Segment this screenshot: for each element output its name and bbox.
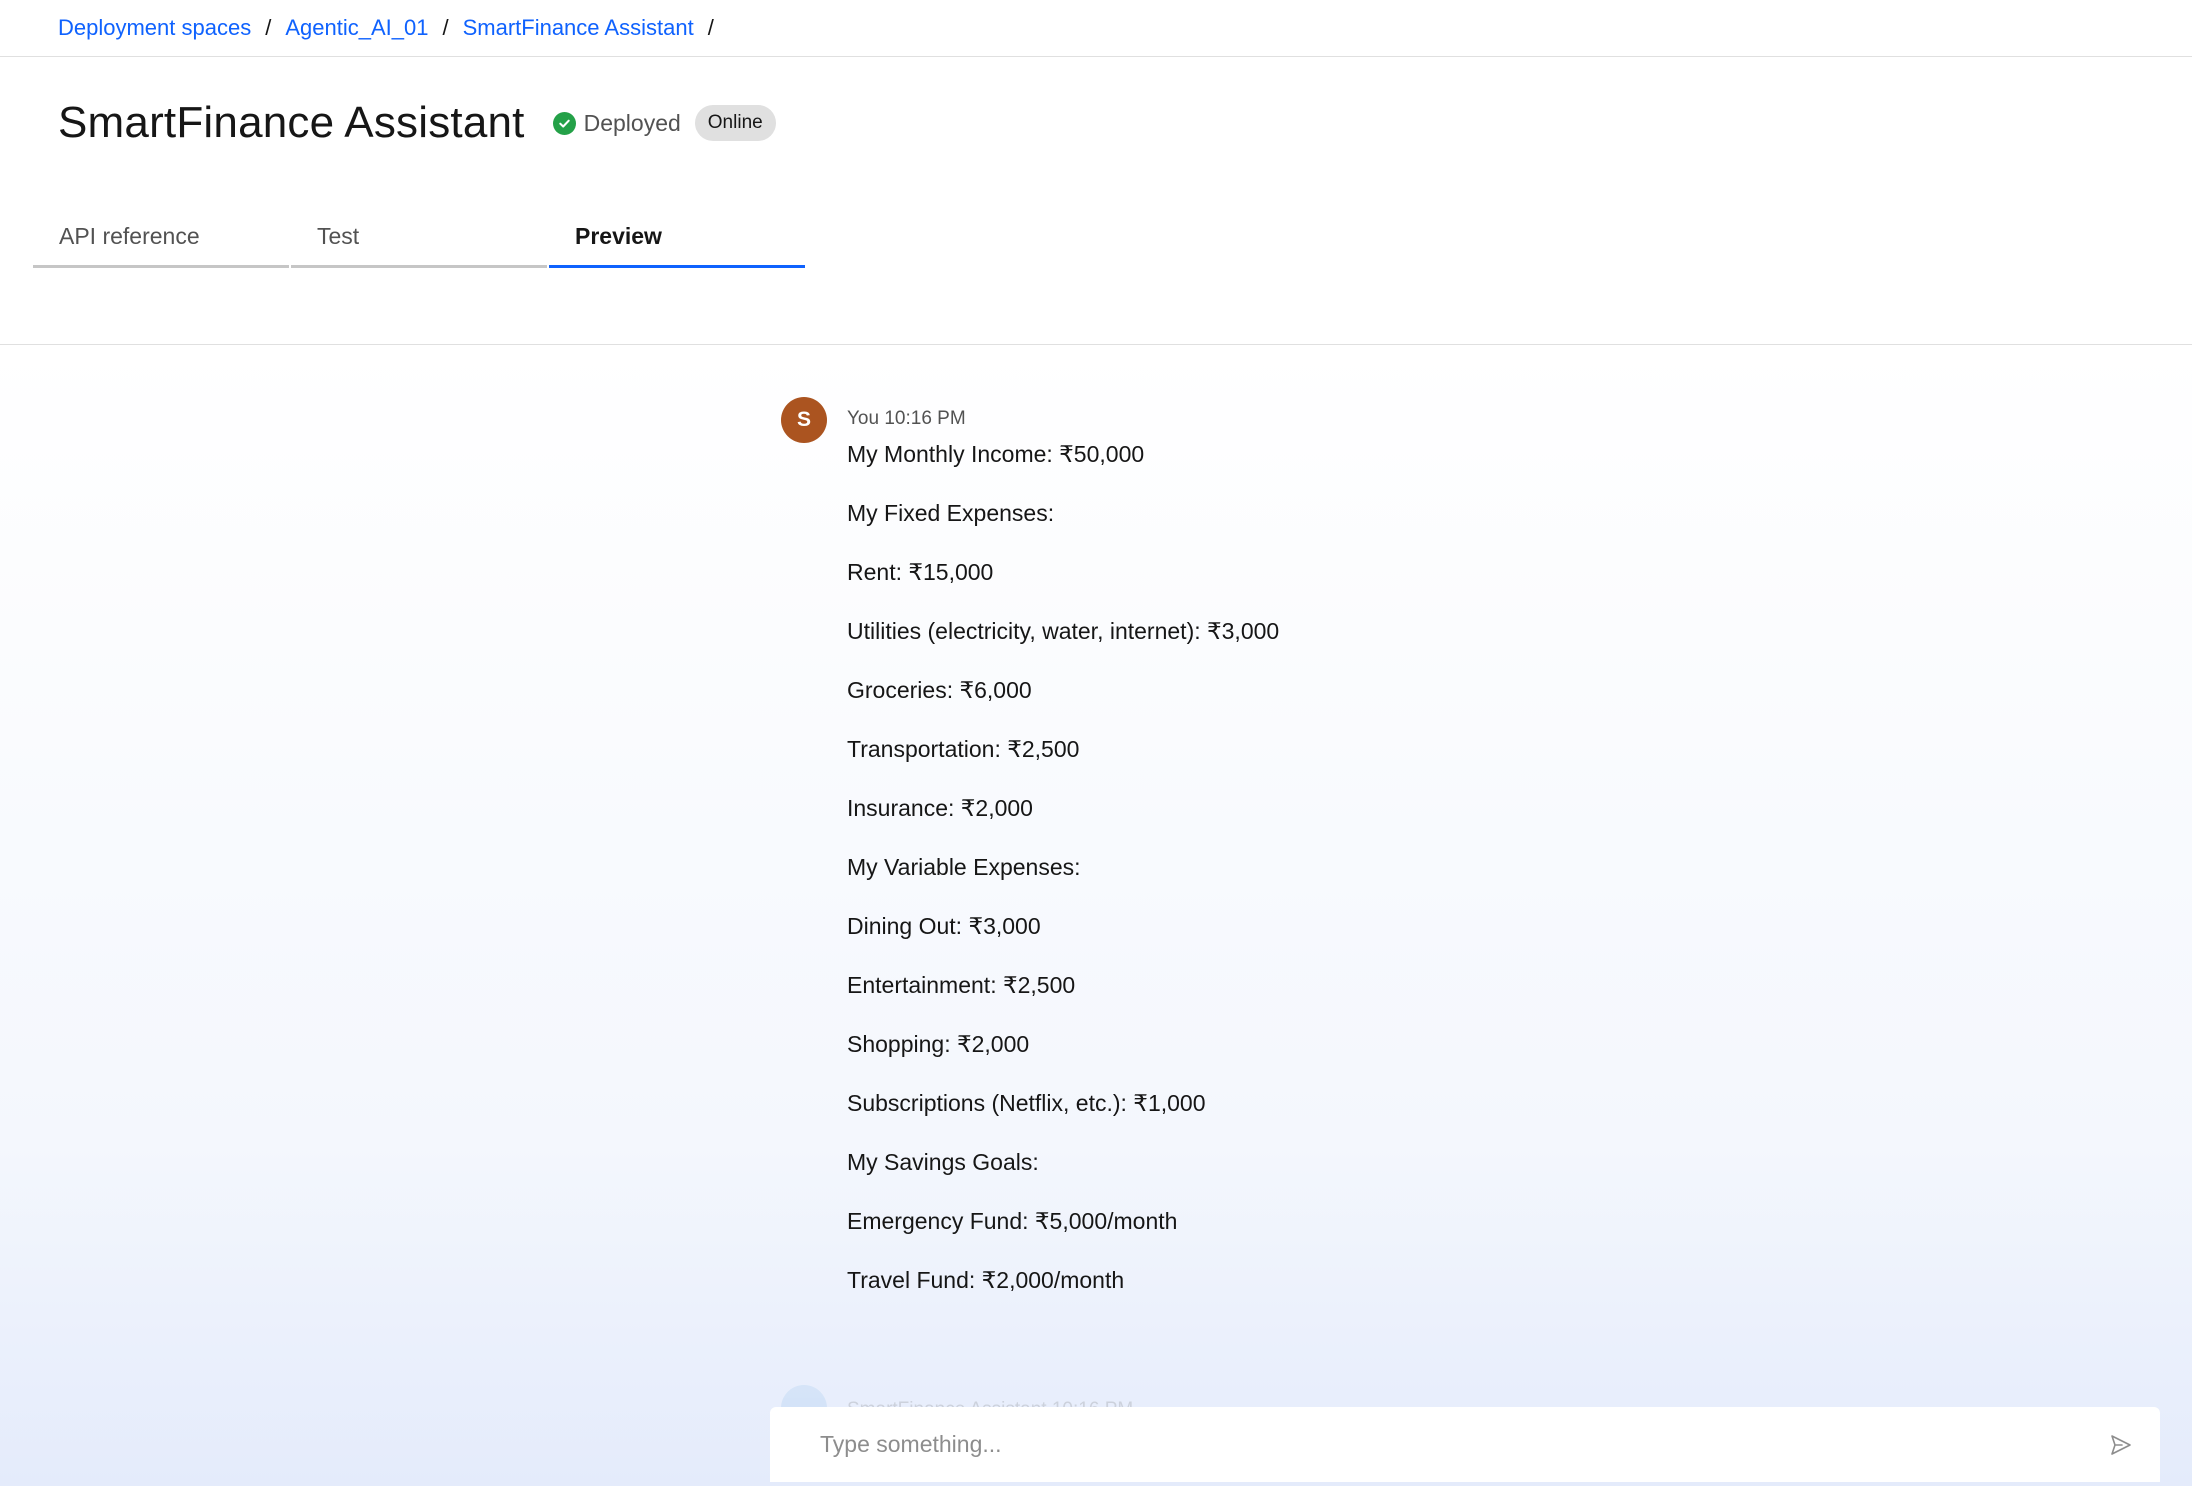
message-line: Travel Fund: ₹2,000/month xyxy=(847,1267,1125,1293)
breadcrumb-separator: / xyxy=(265,15,272,40)
message-body: You 10:16 PM My Monthly Income: ₹50,000 … xyxy=(847,397,1981,1324)
message-time: 10:16 PM xyxy=(884,408,966,429)
message-line: Emergency Fund: ₹5,000/month xyxy=(847,1208,1178,1234)
message-line: My Variable Expenses: xyxy=(847,854,1081,880)
message-line: Shopping: ₹2,000 xyxy=(847,1031,1030,1057)
message-line: My Savings Goals: xyxy=(847,1149,1039,1175)
breadcrumb: Deployment spaces / Agentic_AI_01 / Smar… xyxy=(58,0,728,56)
message-line: Transportation: ₹2,500 xyxy=(847,736,1080,762)
tab-list: API reference Test Preview xyxy=(33,210,807,268)
checkmark-filled-icon xyxy=(552,111,576,135)
message-line: Rent: ₹15,000 xyxy=(847,559,994,585)
message-sender: You xyxy=(847,408,880,429)
status-text: Deployed xyxy=(583,109,681,136)
title-row: SmartFinance Assistant Deployed Online xyxy=(58,98,776,148)
chat-message: S You 10:16 PM My Monthly Income: ₹50,00… xyxy=(781,397,1981,1324)
message-line: Groceries: ₹6,000 xyxy=(847,677,1032,703)
chat-area[interactable]: S You 10:16 PM My Monthly Income: ₹50,00… xyxy=(0,345,2192,1486)
tab-api-reference[interactable]: API reference xyxy=(33,210,289,268)
message-line: My Fixed Expenses: xyxy=(847,500,1055,526)
tab-preview[interactable]: Preview xyxy=(549,210,805,268)
deployment-status: Deployed xyxy=(552,109,681,137)
message-line: Insurance: ₹2,000 xyxy=(847,795,1033,821)
breadcrumb-separator: / xyxy=(707,15,714,40)
page-title: SmartFinance Assistant xyxy=(58,98,525,147)
breadcrumb-smartfinance-assistant[interactable]: SmartFinance Assistant xyxy=(463,15,694,41)
tab-test[interactable]: Test xyxy=(291,210,547,268)
message-line: Dining Out: ₹3,000 xyxy=(847,913,1041,939)
message-line: Utilities (electricity, water, internet)… xyxy=(847,618,1280,644)
message-line: Entertainment: ₹2,500 xyxy=(847,972,1076,998)
breadcrumb-deployment-spaces[interactable]: Deployment spaces xyxy=(58,15,251,41)
breadcrumb-agentic-ai-01[interactable]: Agentic_AI_01 xyxy=(285,15,428,41)
breadcrumb-separator: / xyxy=(442,15,449,40)
send-icon[interactable] xyxy=(2108,1432,2134,1458)
message-line: My Monthly Income: ₹50,000 xyxy=(847,441,1145,467)
top-divider xyxy=(0,56,2192,57)
status-badge: Online xyxy=(694,105,776,141)
chat-input-bar xyxy=(770,1407,2160,1482)
avatar: S xyxy=(781,397,827,443)
message-meta: You 10:16 PM xyxy=(847,397,1981,439)
message-line: Subscriptions (Netflix, etc.): ₹1,000 xyxy=(847,1090,1206,1116)
chat-input[interactable] xyxy=(820,1431,2108,1458)
